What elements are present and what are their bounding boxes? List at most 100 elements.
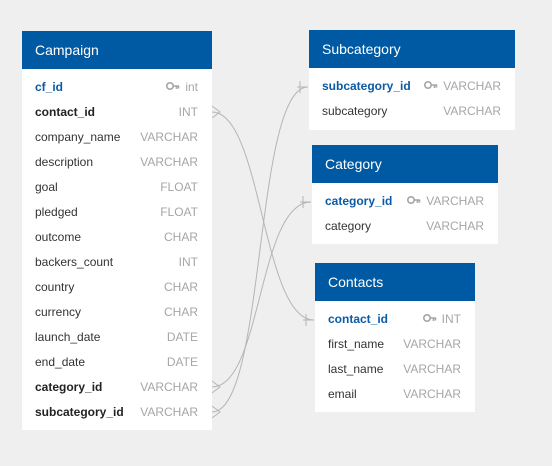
column-type: DATE — [167, 350, 198, 375]
table-rows: category_id VARCHAR category VARCHAR — [312, 183, 498, 239]
column-type-text: CHAR — [163, 305, 198, 319]
column-type-text: int — [185, 80, 198, 94]
column-name: subcategory — [322, 104, 388, 118]
table-title: Subcategory — [309, 30, 515, 68]
table-title: Campaign — [22, 31, 212, 69]
column-type: VARCHAR — [403, 382, 461, 407]
column-name: subcategory_id — [322, 79, 411, 93]
column-type: VARCHAR — [140, 125, 198, 150]
key-icon — [407, 188, 421, 213]
column-name: subcategory_id — [35, 405, 124, 419]
table-row[interactable]: currency CHAR — [22, 300, 212, 325]
column-type-text: CHAR — [163, 230, 198, 244]
column-type: DATE — [167, 325, 198, 350]
table-row[interactable]: first_name VARCHAR — [315, 332, 475, 357]
table-row[interactable]: category_id VARCHAR — [22, 375, 212, 400]
column-name: category_id — [325, 194, 393, 208]
table-category[interactable]: Category category_id VARCHAR category VARCH… — [312, 145, 498, 244]
connector-category — [211, 201, 312, 388]
table-row[interactable]: contact_id INT — [22, 100, 212, 125]
column-type-text: INT — [178, 105, 198, 119]
column-name: backers_count — [35, 255, 114, 269]
column-name: contact_id — [35, 105, 96, 119]
column-type: VARCHAR — [424, 74, 501, 99]
column-name: category — [325, 219, 372, 233]
column-type-text: DATE — [166, 355, 198, 369]
table-row[interactable]: description VARCHAR — [22, 150, 212, 175]
column-type-text: INT — [178, 255, 198, 269]
table-row[interactable]: last_name VARCHAR — [315, 357, 475, 382]
table-row[interactable]: subcategory VARCHAR — [309, 99, 515, 124]
column-type-text: VARCHAR — [426, 219, 484, 233]
column-type-text: FLOAT — [160, 180, 198, 194]
column-name: first_name — [328, 337, 385, 351]
table-row[interactable]: country CHAR — [22, 275, 212, 300]
table-rows: subcategory_id VARCHAR subcategory VARCHAR — [309, 68, 515, 124]
column-type: FLOAT — [160, 200, 198, 225]
column-name: pledged — [35, 205, 78, 219]
table-contacts[interactable]: Contacts contact_id INT first_name VARCHAR l… — [315, 263, 475, 412]
column-type: VARCHAR — [426, 214, 484, 239]
column-name: outcome — [35, 230, 82, 244]
key-icon — [166, 74, 180, 99]
table-row[interactable]: contact_id INT — [315, 307, 475, 332]
column-name: contact_id — [328, 312, 389, 326]
column-type: INT — [179, 250, 198, 275]
column-type-text: VARCHAR — [426, 194, 484, 208]
column-type: VARCHAR — [140, 400, 198, 425]
table-row[interactable]: pledged FLOAT — [22, 200, 212, 225]
table-row[interactable]: category VARCHAR — [312, 214, 498, 239]
column-type: VARCHAR — [403, 332, 461, 357]
column-name: description — [35, 155, 94, 169]
column-type-text: DATE — [166, 330, 198, 344]
table-row[interactable]: subcategory_id VARCHAR — [22, 400, 212, 425]
column-type: INT — [422, 306, 461, 332]
column-type: CHAR — [164, 225, 198, 250]
column-name: country — [35, 280, 75, 294]
column-type-text: FLOAT — [160, 205, 198, 219]
column-type-text: VARCHAR — [140, 130, 198, 144]
column-type-text: VARCHAR — [443, 104, 501, 118]
crow-foot-category — [211, 380, 221, 394]
column-type-text: VARCHAR — [403, 337, 461, 351]
column-type-text: VARCHAR — [443, 79, 501, 93]
column-type-text: VARCHAR — [140, 380, 198, 394]
column-name: goal — [35, 180, 58, 194]
table-rows: contact_id INT first_name VARCHAR last_name V… — [315, 301, 475, 407]
table-subcategory[interactable]: Subcategory subcategory_id VARCHAR subcate… — [309, 30, 515, 130]
column-type-text: INT — [441, 312, 461, 326]
column-name: launch_date — [35, 330, 101, 344]
column-name: cf_id — [35, 80, 64, 94]
table-row[interactable]: goal FLOAT — [22, 175, 212, 200]
one-bar-contact — [303, 314, 314, 326]
table-campaign[interactable]: Campaign cf_id int contact_id INT company_na… — [22, 31, 212, 430]
table-row[interactable]: outcome CHAR — [22, 225, 212, 250]
column-type: CHAR — [164, 300, 198, 325]
table-row[interactable]: end_date DATE — [22, 350, 212, 375]
column-type: int — [166, 75, 198, 100]
column-name: end_date — [35, 355, 86, 369]
table-row[interactable]: category_id VARCHAR — [312, 189, 498, 214]
key-icon — [422, 306, 437, 331]
table-row[interactable]: backers_count INT — [22, 250, 212, 275]
column-type-text: VARCHAR — [140, 405, 198, 419]
column-type: INT — [179, 100, 198, 125]
column-type: VARCHAR — [403, 357, 461, 382]
column-name: category_id — [35, 380, 103, 394]
column-type: FLOAT — [160, 175, 198, 200]
table-row[interactable]: subcategory_id VARCHAR — [309, 74, 515, 99]
table-row[interactable]: launch_date DATE — [22, 325, 212, 350]
crow-foot-subcategory — [211, 405, 221, 419]
table-row[interactable]: email VARCHAR — [315, 382, 475, 407]
column-type: CHAR — [164, 275, 198, 300]
column-type: VARCHAR — [443, 99, 501, 124]
table-row[interactable]: company_name VARCHAR — [22, 125, 212, 150]
column-type: VARCHAR — [140, 150, 198, 175]
column-type: VARCHAR — [407, 189, 484, 214]
column-name: company_name — [35, 130, 121, 144]
column-type-text: VARCHAR — [403, 387, 461, 401]
column-type-text: VARCHAR — [140, 155, 198, 169]
table-row[interactable]: cf_id int — [22, 75, 212, 100]
connector-contact — [211, 111, 315, 321]
column-name: email — [328, 387, 357, 401]
